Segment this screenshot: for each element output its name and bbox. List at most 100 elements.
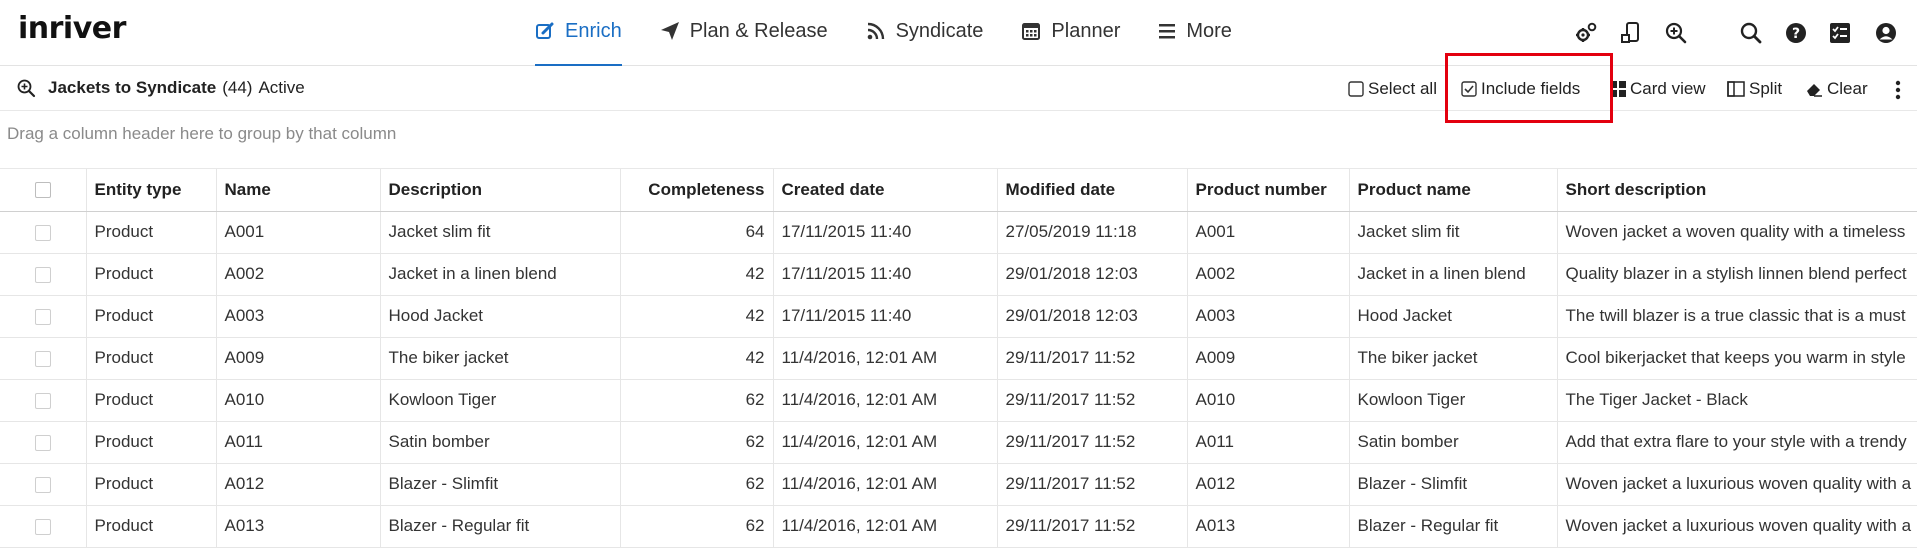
query-title[interactable]: Jackets to Syndicate (44) Active: [16, 78, 305, 98]
table-row[interactable]: Product A010 Kowloon Tiger 62 11/4/2016, 12:…: [0, 379, 1917, 422]
column-header-name[interactable]: Name: [215, 169, 380, 212]
cell-short-description[interactable]: Quality blazer in a stylish linnen blend…: [1556, 253, 1917, 296]
cell-product-name[interactable]: Satin bomber: [1348, 421, 1557, 464]
cell-short-description[interactable]: Add that extra flare to your style with …: [1556, 421, 1917, 464]
cell-entity-type[interactable]: Product: [85, 379, 216, 422]
cell-completeness[interactable]: 42: [619, 337, 773, 380]
row-select-checkbox[interactable]: [0, 505, 86, 548]
cell-product-number[interactable]: A012: [1186, 463, 1349, 506]
cell-modified-date[interactable]: 29/11/2017 11:52: [996, 379, 1187, 422]
cell-product-number[interactable]: A010: [1186, 379, 1349, 422]
table-row[interactable]: Product A012 Blazer - Slimfit 62 11/4/2016, …: [0, 463, 1917, 506]
cell-entity-type[interactable]: Product: [85, 295, 216, 338]
row-select-checkbox[interactable]: [0, 295, 86, 338]
gears-icon[interactable]: [1574, 21, 1598, 45]
row-select-checkbox[interactable]: [0, 379, 86, 422]
row-select-checkbox[interactable]: [0, 211, 86, 254]
cell-completeness[interactable]: 42: [619, 253, 773, 296]
cell-entity-type[interactable]: Product: [85, 421, 216, 464]
search-icon[interactable]: [1739, 21, 1763, 45]
cell-modified-date[interactable]: 29/01/2018 12:03: [996, 253, 1187, 296]
cell-product-number[interactable]: A003: [1186, 295, 1349, 338]
cell-short-description[interactable]: The Tiger Jacket - Black: [1556, 379, 1917, 422]
zoom-in-icon[interactable]: [1664, 21, 1688, 45]
cell-product-number[interactable]: A013: [1186, 505, 1349, 548]
cell-modified-date[interactable]: 29/01/2018 12:03: [996, 295, 1187, 338]
cell-name[interactable]: A012: [215, 463, 380, 506]
cell-entity-type[interactable]: Product: [85, 253, 216, 296]
table-row[interactable]: Product A003 Hood Jacket 42 17/11/2015 11:40…: [0, 295, 1917, 338]
cell-product-name[interactable]: Blazer - Regular fit: [1348, 505, 1557, 548]
cell-product-name[interactable]: Hood Jacket: [1348, 295, 1557, 338]
cell-completeness[interactable]: 64: [619, 211, 773, 254]
cell-name[interactable]: A011: [215, 421, 380, 464]
cell-created-date[interactable]: 11/4/2016, 12:01 AM: [772, 505, 997, 548]
cell-completeness[interactable]: 62: [619, 421, 773, 464]
user-icon[interactable]: [1874, 21, 1898, 45]
table-row[interactable]: Product A001 Jacket slim fit 64 17/11/2015 1…: [0, 211, 1917, 254]
cell-modified-date[interactable]: 27/05/2019 11:18: [996, 211, 1187, 254]
cell-modified-date[interactable]: 29/11/2017 11:52: [996, 337, 1187, 380]
cell-product-name[interactable]: Jacket in a linen blend: [1348, 253, 1557, 296]
column-header-completeness[interactable]: Completeness: [619, 169, 773, 212]
cell-name[interactable]: A002: [215, 253, 380, 296]
cell-short-description[interactable]: Woven jacket a woven quality with a time…: [1556, 211, 1917, 254]
cell-product-name[interactable]: Blazer - Slimfit: [1348, 463, 1557, 506]
cell-short-description[interactable]: Woven jacket a luxurious woven quality w…: [1556, 463, 1917, 506]
row-select-checkbox[interactable]: [0, 253, 86, 296]
cell-name[interactable]: A009: [215, 337, 380, 380]
cell-description[interactable]: Blazer - Slimfit: [379, 463, 620, 506]
cell-product-number[interactable]: A011: [1186, 421, 1349, 464]
cell-completeness[interactable]: 62: [619, 463, 773, 506]
cell-completeness[interactable]: 62: [619, 379, 773, 422]
tasks-icon[interactable]: [1828, 21, 1852, 45]
header-select-checkbox[interactable]: [0, 169, 86, 212]
cell-product-number[interactable]: A002: [1186, 253, 1349, 296]
inriver-logo[interactable]: inriver: [18, 11, 126, 46]
cell-created-date[interactable]: 17/11/2015 11:40: [772, 295, 997, 338]
help-icon[interactable]: ?: [1784, 21, 1808, 45]
column-header-product-name[interactable]: Product name: [1348, 169, 1557, 212]
cell-product-name[interactable]: The biker jacket: [1348, 337, 1557, 380]
mobile-icon[interactable]: [1619, 21, 1643, 45]
cell-entity-type[interactable]: Product: [85, 505, 216, 548]
table-row[interactable]: Product A013 Blazer - Regular fit 62 11/4/20…: [0, 505, 1917, 548]
cell-entity-type[interactable]: Product: [85, 211, 216, 254]
cell-description[interactable]: Jacket in a linen blend: [379, 253, 620, 296]
cell-description[interactable]: Hood Jacket: [379, 295, 620, 338]
cell-product-number[interactable]: A001: [1186, 211, 1349, 254]
nav-item-more[interactable]: More: [1158, 0, 1232, 66]
cell-description[interactable]: Satin bomber: [379, 421, 620, 464]
cell-created-date[interactable]: 11/4/2016, 12:01 AM: [772, 421, 997, 464]
column-header-modified-date[interactable]: Modified date: [996, 169, 1187, 212]
column-header-description[interactable]: Description: [379, 169, 620, 212]
select-all-checkbox[interactable]: Select all: [1348, 79, 1437, 99]
cell-description[interactable]: The biker jacket: [379, 337, 620, 380]
cell-entity-type[interactable]: Product: [85, 463, 216, 506]
split-button[interactable]: Split: [1727, 79, 1782, 99]
row-select-checkbox[interactable]: [0, 421, 86, 464]
cell-description[interactable]: Jacket slim fit: [379, 211, 620, 254]
column-header-created-date[interactable]: Created date: [772, 169, 997, 212]
group-by-panel[interactable]: Drag a column header here to group by th…: [0, 111, 1917, 169]
column-header-short-description[interactable]: Short description: [1556, 169, 1917, 212]
cell-product-number[interactable]: A009: [1186, 337, 1349, 380]
cell-description[interactable]: Blazer - Regular fit: [379, 505, 620, 548]
column-header-entity-type[interactable]: Entity type: [85, 169, 216, 212]
cell-short-description[interactable]: The twill blazer is a true classic that …: [1556, 295, 1917, 338]
cell-name[interactable]: A003: [215, 295, 380, 338]
cell-description[interactable]: Kowloon Tiger: [379, 379, 620, 422]
table-row[interactable]: Product A009 The biker jacket 42 11/4/2016, …: [0, 337, 1917, 380]
cell-name[interactable]: A013: [215, 505, 380, 548]
cell-short-description[interactable]: Woven jacket a luxurious woven quality w…: [1556, 505, 1917, 548]
cell-created-date[interactable]: 11/4/2016, 12:01 AM: [772, 337, 997, 380]
cell-short-description[interactable]: Cool bikerjacket that keeps you warm in …: [1556, 337, 1917, 380]
cell-modified-date[interactable]: 29/11/2017 11:52: [996, 421, 1187, 464]
cell-entity-type[interactable]: Product: [85, 337, 216, 380]
clear-button[interactable]: Clear: [1805, 79, 1868, 99]
cell-modified-date[interactable]: 29/11/2017 11:52: [996, 463, 1187, 506]
cell-product-name[interactable]: Jacket slim fit: [1348, 211, 1557, 254]
nav-item-planner[interactable]: Planner: [1021, 0, 1120, 66]
nav-item-plan-release[interactable]: Plan & Release: [660, 0, 828, 66]
card-view-button[interactable]: Card view: [1610, 79, 1706, 99]
